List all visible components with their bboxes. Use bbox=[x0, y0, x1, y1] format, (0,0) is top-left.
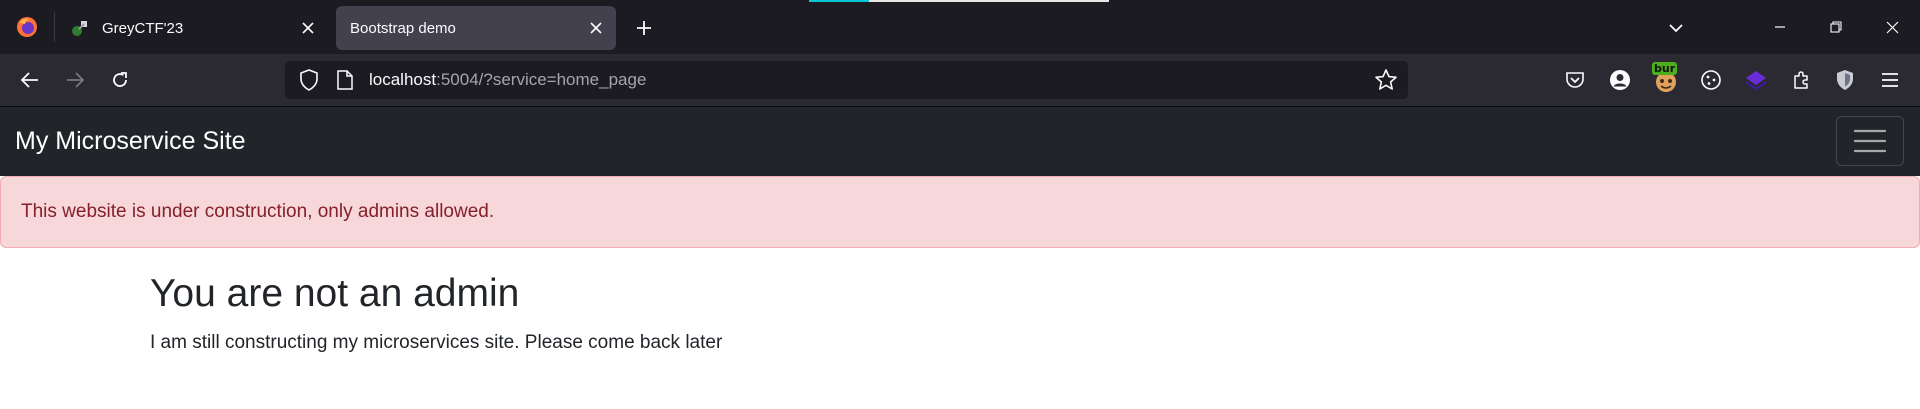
firefox-icon bbox=[17, 17, 37, 37]
tab-strip: GreyCTF'23 Bootstrap demo bbox=[0, 0, 1920, 54]
stack-extension-icon bbox=[1745, 71, 1767, 91]
page-info-icon[interactable] bbox=[335, 70, 355, 90]
restore-icon bbox=[1830, 21, 1842, 33]
browser-toolbar: localhost:5004/?service=home_page bur bbox=[0, 54, 1920, 107]
tab-separator bbox=[54, 12, 55, 42]
restore-button[interactable] bbox=[1808, 0, 1864, 54]
list-all-tabs-button[interactable] bbox=[1660, 12, 1692, 44]
greyctf-favicon-icon bbox=[72, 21, 87, 36]
close-window-button[interactable] bbox=[1864, 0, 1920, 54]
reload-button[interactable] bbox=[102, 62, 138, 98]
construction-alert: This website is under construction, only… bbox=[0, 176, 1920, 248]
bookmark-star-icon[interactable] bbox=[1374, 68, 1398, 92]
arrow-left-icon bbox=[20, 72, 38, 88]
hamburger-icon bbox=[1854, 129, 1886, 153]
bur-extension-button[interactable]: bur bbox=[1650, 62, 1682, 96]
page-body-text: I am still constructing my microservices… bbox=[150, 332, 723, 353]
shield-extension-button[interactable] bbox=[1829, 64, 1861, 96]
extension-badge: bur bbox=[1652, 62, 1678, 75]
url-text[interactable]: localhost:5004/?service=home_page bbox=[369, 70, 646, 90]
forward-button bbox=[57, 62, 93, 98]
plus-icon bbox=[637, 21, 651, 35]
minimize-button[interactable] bbox=[1752, 0, 1808, 54]
tab-label: Bootstrap demo bbox=[350, 19, 456, 37]
shield-extension-icon bbox=[1837, 70, 1853, 90]
address-bar[interactable]: localhost:5004/?service=home_page bbox=[285, 61, 1408, 99]
cookie-icon bbox=[1701, 70, 1721, 90]
app-menu-button[interactable] bbox=[1874, 64, 1906, 96]
url-host: localhost bbox=[369, 70, 437, 89]
cookie-extension-button[interactable] bbox=[1695, 64, 1727, 96]
reload-icon bbox=[113, 72, 127, 87]
puzzle-extensions-icon bbox=[1794, 71, 1808, 89]
tab-greyctf[interactable]: GreyCTF'23 bbox=[56, 6, 328, 50]
navbar-toggler-button[interactable] bbox=[1836, 116, 1904, 166]
tab-close-icon[interactable] bbox=[294, 14, 322, 42]
navbar-brand[interactable]: My Microservice Site bbox=[15, 127, 246, 156]
page-loading-indicator bbox=[809, 0, 1109, 2]
window-controls bbox=[1752, 0, 1920, 54]
url-path: :5004/?service=home_page bbox=[436, 70, 647, 89]
close-icon bbox=[1886, 21, 1898, 33]
alert-message: This website is under construction, only… bbox=[21, 201, 495, 222]
pocket-button[interactable] bbox=[1559, 64, 1591, 96]
chevron-down-icon bbox=[1669, 24, 1683, 33]
tab-close-icon[interactable] bbox=[582, 14, 610, 42]
pocket-icon bbox=[1566, 72, 1584, 88]
site-navbar: My Microservice Site bbox=[0, 107, 1920, 176]
account-icon bbox=[1610, 70, 1630, 90]
page-heading: You are not an admin bbox=[150, 272, 520, 315]
extensions-button[interactable] bbox=[1785, 64, 1817, 96]
firefox-view-button[interactable] bbox=[0, 0, 54, 54]
arrow-right-icon bbox=[67, 72, 85, 88]
tracking-protection-shield-icon[interactable] bbox=[297, 69, 321, 91]
account-button[interactable] bbox=[1604, 64, 1636, 96]
tab-label: GreyCTF'23 bbox=[102, 19, 184, 37]
stack-extension-button[interactable] bbox=[1740, 64, 1772, 96]
tab-bootstrap-demo[interactable]: Bootstrap demo bbox=[336, 6, 616, 50]
menu-icon bbox=[1882, 73, 1898, 87]
minimize-icon bbox=[1775, 26, 1785, 28]
back-button[interactable] bbox=[12, 62, 48, 98]
new-tab-button[interactable] bbox=[628, 12, 660, 44]
